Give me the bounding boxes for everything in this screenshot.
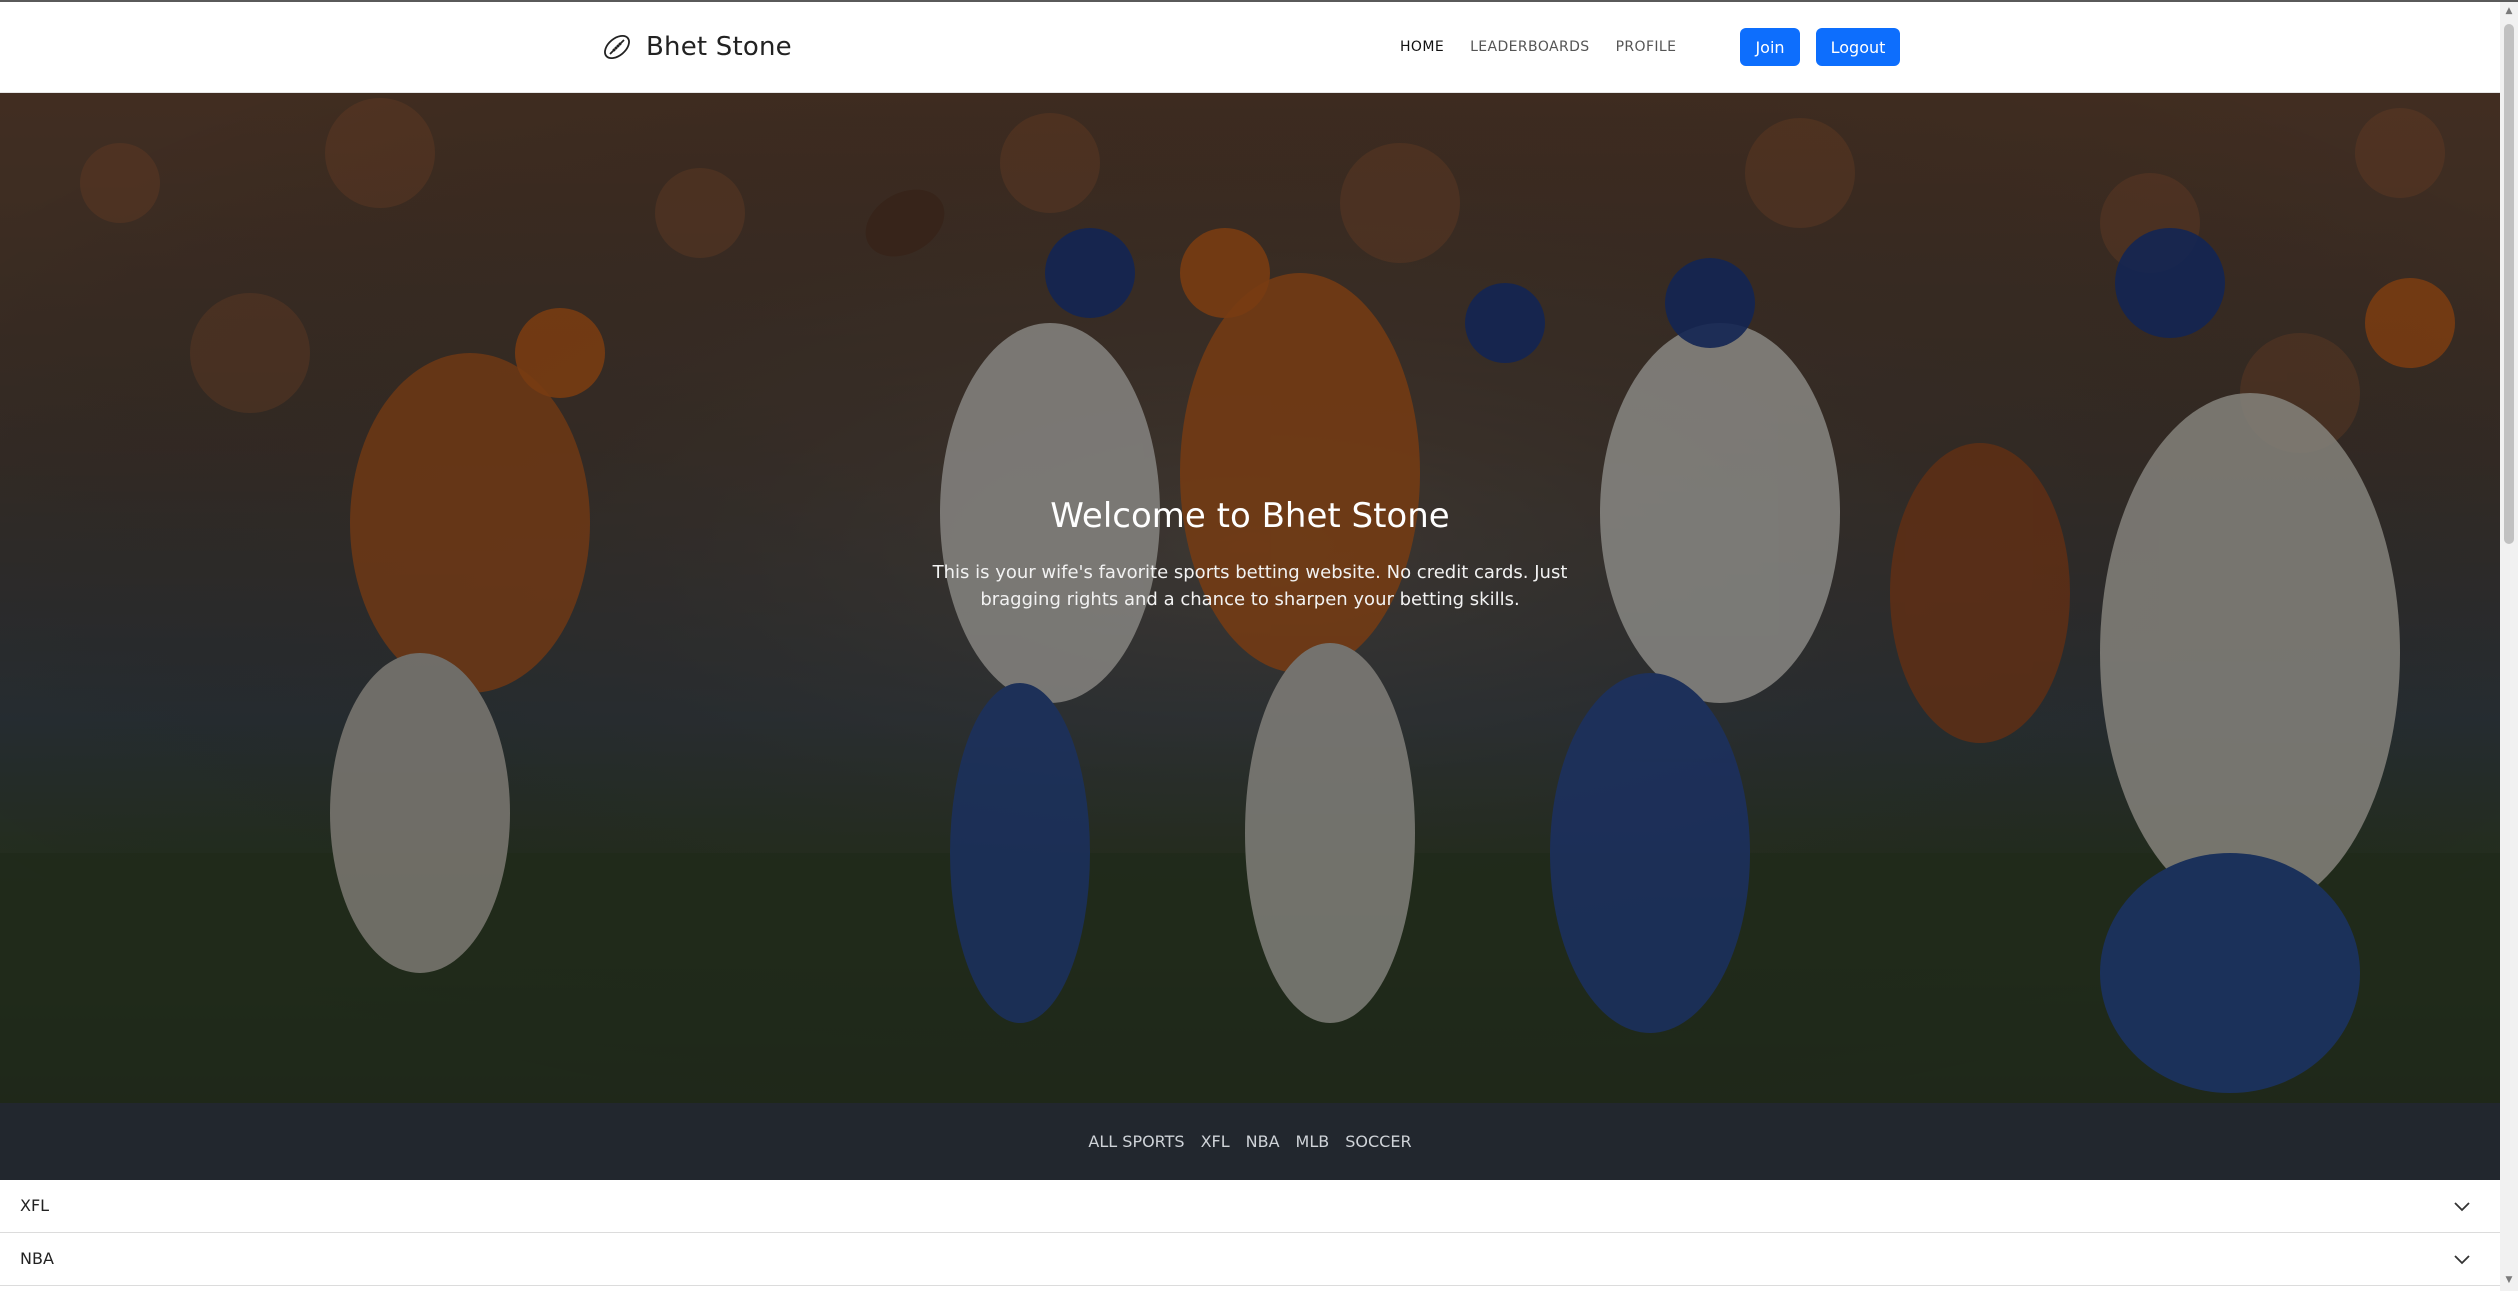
- nav-home-link[interactable]: HOME: [1400, 39, 1444, 55]
- sports-filter-bar: ALL SPORTS XFL NBA MLB SOCCER: [0, 1103, 2500, 1180]
- football-icon: [604, 34, 630, 60]
- brand-link[interactable]: Bhet Stone: [600, 24, 792, 70]
- sport-filter-xfl[interactable]: XFL: [1201, 1132, 1230, 1151]
- hero-subtitle: This is your wife's favorite sports bett…: [932, 562, 1568, 610]
- navbar: Bhet Stone HOME LEADERBOARDS PROFILE Joi…: [0, 2, 2500, 93]
- accordion-label: NBA: [20, 1249, 54, 1268]
- scroll-up-arrow-icon[interactable]: ▲: [2503, 5, 2515, 17]
- chevron-down-icon[interactable]: [2452, 1249, 2472, 1269]
- accordion-item-nba[interactable]: NBA: [0, 1233, 2500, 1286]
- hero-title: Welcome to Bhet Stone: [1050, 495, 1450, 536]
- sport-filter-all-sports[interactable]: ALL SPORTS: [1088, 1132, 1184, 1151]
- sport-filter-mlb[interactable]: MLB: [1296, 1132, 1330, 1151]
- nav-links: HOME LEADERBOARDS PROFILE: [1400, 30, 1702, 64]
- hero-section: Welcome to Bhet Stone This is your wife'…: [0, 93, 2500, 1103]
- sport-filter-soccer[interactable]: SOCCER: [1345, 1132, 1411, 1151]
- logout-button[interactable]: Logout: [1816, 28, 1900, 66]
- nav-leaderboards-link[interactable]: LEADERBOARDS: [1470, 39, 1589, 55]
- brand-name: Bhet Stone: [646, 32, 792, 62]
- nav-profile-link[interactable]: PROFILE: [1616, 39, 1677, 55]
- page-scrollbar[interactable]: ▲ ▼: [2500, 2, 2518, 1291]
- join-button[interactable]: Join: [1740, 28, 1800, 66]
- chevron-down-icon[interactable]: [2452, 1196, 2472, 1216]
- scrollbar-thumb[interactable]: [2504, 24, 2514, 544]
- scroll-down-arrow-icon[interactable]: ▼: [2503, 1274, 2515, 1286]
- sport-filter-nba[interactable]: NBA: [1246, 1132, 1280, 1151]
- accordion-item-xfl[interactable]: XFL: [0, 1180, 2500, 1233]
- accordion-label: XFL: [20, 1196, 50, 1215]
